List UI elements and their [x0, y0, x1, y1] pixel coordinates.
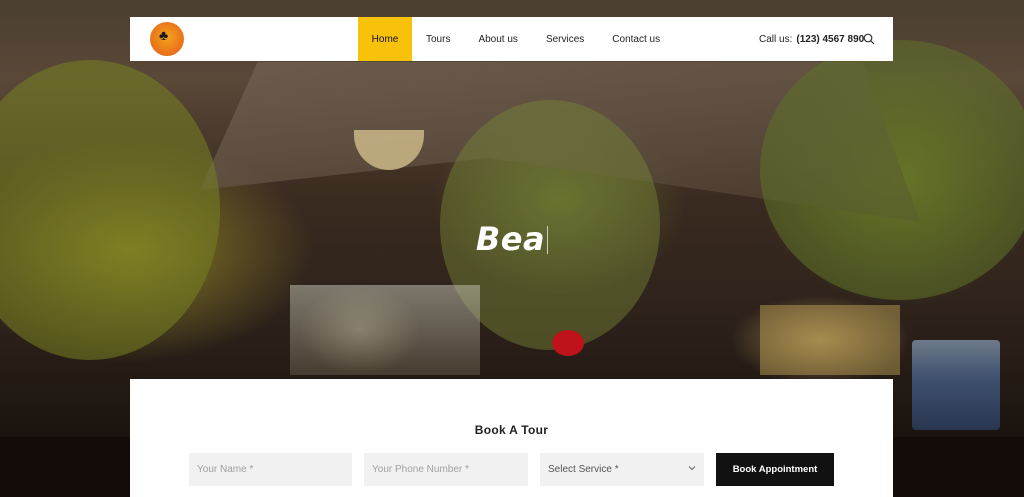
booking-title: Book A Tour: [474, 423, 549, 437]
phone-input[interactable]: [364, 453, 528, 486]
book-appointment-button[interactable]: Book Appointment: [716, 453, 834, 486]
foliage-right: [760, 40, 1024, 300]
window-glow: [290, 285, 480, 375]
palm-icon: ♣: [159, 27, 169, 43]
hero-background: [0, 0, 1024, 437]
nav-tours[interactable]: Tours: [412, 17, 464, 61]
foliage-left: [0, 60, 220, 360]
phone-number[interactable]: (123) 4567 890: [796, 34, 864, 45]
search-icon[interactable]: [863, 33, 875, 45]
service-select[interactable]: Select Service *: [540, 453, 704, 486]
main-nav: Home Tours About us Services Contact us: [358, 17, 674, 61]
hero-title-text: Bea: [475, 220, 546, 258]
nav-home[interactable]: Home: [358, 17, 412, 61]
nav-services[interactable]: Services: [532, 17, 598, 61]
curtain: [760, 305, 900, 375]
lounge-chair: [912, 340, 1000, 430]
name-input[interactable]: [189, 453, 352, 486]
hero-title: Bea: [0, 220, 1024, 258]
typing-cursor: [547, 226, 549, 254]
nav-about-us[interactable]: About us: [464, 17, 531, 61]
chevron-down-icon: [688, 466, 696, 471]
red-flower: [552, 330, 584, 356]
nav-contact-us[interactable]: Contact us: [598, 17, 674, 61]
site-header: ♣ Home Tours About us Services Contact u…: [130, 17, 893, 61]
logo[interactable]: ♣: [150, 22, 184, 56]
call-us: Call us: (123) 4567 890: [759, 17, 864, 61]
call-prefix: Call us:: [759, 33, 793, 45]
service-select-value: Select Service *: [548, 464, 619, 475]
booking-panel: Book A Tour Select Service * Book Appoin…: [130, 379, 893, 497]
